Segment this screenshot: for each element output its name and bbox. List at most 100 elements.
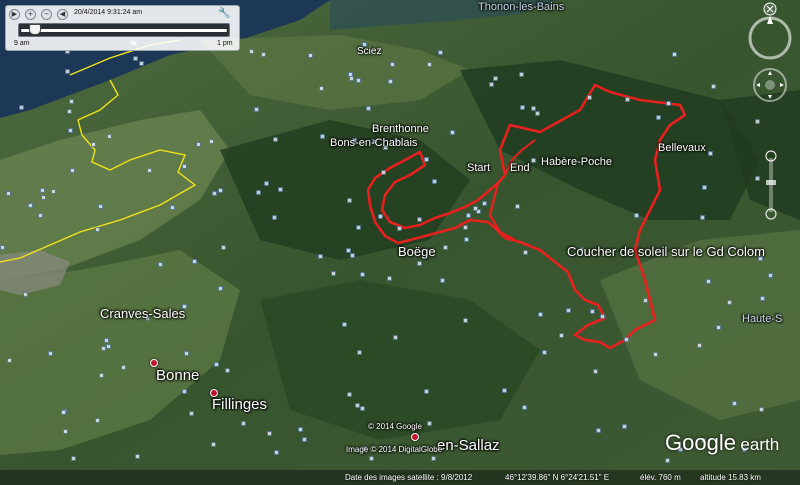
photo-marker-icon[interactable] — [381, 170, 386, 175]
photo-marker-icon[interactable] — [625, 97, 630, 102]
photo-marker-icon[interactable] — [350, 253, 355, 258]
photo-marker-icon[interactable] — [225, 368, 230, 373]
photo-marker-icon[interactable] — [40, 188, 45, 193]
photo-marker-icon[interactable] — [70, 168, 75, 173]
photo-marker-icon[interactable] — [697, 343, 702, 348]
photo-marker-icon[interactable] — [706, 279, 711, 284]
photo-marker-icon[interactable] — [463, 318, 468, 323]
photo-marker-icon[interactable] — [139, 61, 144, 66]
photo-marker-icon[interactable] — [432, 179, 437, 184]
photo-marker-icon[interactable] — [319, 86, 324, 91]
photo-marker-icon[interactable] — [489, 82, 494, 87]
track-label-end[interactable]: End — [510, 162, 530, 174]
place-label-bellevaux[interactable]: Bellevaux — [658, 142, 706, 154]
place-label-boege[interactable]: Boëge — [398, 244, 436, 259]
photo-marker-icon[interactable] — [218, 286, 223, 291]
photo-marker-icon[interactable] — [427, 421, 432, 426]
photo-marker-icon[interactable] — [559, 333, 564, 338]
photo-marker-icon[interactable] — [387, 276, 392, 281]
time-slider-thumb[interactable] — [29, 24, 41, 35]
photo-marker-icon[interactable] — [519, 72, 524, 77]
photo-marker-icon[interactable] — [440, 278, 445, 283]
photo-marker-icon[interactable] — [121, 365, 126, 370]
photo-marker-icon[interactable] — [356, 225, 361, 230]
photo-marker-icon[interactable] — [600, 314, 605, 319]
photo-marker-icon[interactable] — [349, 76, 354, 81]
photo-marker-icon[interactable] — [147, 168, 152, 173]
photo-marker-icon[interactable] — [273, 137, 278, 142]
photo-marker-icon[interactable] — [28, 203, 33, 208]
photo-marker-icon[interactable] — [342, 322, 347, 327]
photo-marker-icon[interactable] — [369, 456, 374, 461]
photo-marker-icon[interactable] — [249, 49, 254, 54]
map-canvas[interactable] — [0, 0, 800, 485]
photo-marker-icon[interactable] — [596, 428, 601, 433]
photo-marker-icon[interactable] — [241, 421, 246, 426]
photo-marker-icon[interactable] — [254, 107, 259, 112]
photo-marker-icon[interactable] — [711, 84, 716, 89]
photo-marker-icon[interactable] — [264, 181, 269, 186]
zoom-out-icon[interactable]: − — [41, 9, 52, 20]
place-label-thonon[interactable]: Thonon-les-Bains — [478, 1, 564, 13]
place-pin-icon[interactable] — [210, 389, 218, 397]
photo-marker-icon[interactable] — [331, 271, 336, 276]
photo-marker-icon[interactable] — [443, 245, 448, 250]
photo-marker-icon[interactable] — [158, 262, 163, 267]
place-label-habere[interactable]: Habère-Poche — [541, 156, 612, 168]
track-label-start[interactable]: Start — [467, 162, 490, 174]
photo-marker-icon[interactable] — [308, 53, 313, 58]
photo-marker-icon[interactable] — [522, 405, 527, 410]
place-label-haute[interactable]: Haute-S — [742, 313, 782, 325]
photo-marker-icon[interactable] — [221, 245, 226, 250]
photo-marker-icon[interactable] — [464, 237, 469, 242]
photo-marker-icon[interactable] — [63, 429, 68, 434]
photo-marker-icon[interactable] — [431, 456, 436, 461]
photo-marker-icon[interactable] — [71, 456, 76, 461]
photo-marker-icon[interactable] — [656, 115, 661, 120]
compass-icon[interactable] — [748, 16, 792, 60]
photo-marker-icon[interactable] — [768, 273, 773, 278]
photo-marker-icon[interactable] — [450, 130, 455, 135]
place-label-sciez[interactable]: Sciez — [357, 46, 381, 57]
photo-marker-icon[interactable] — [272, 215, 277, 220]
photo-marker-icon[interactable] — [68, 128, 73, 133]
photo-marker-icon[interactable] — [61, 410, 66, 415]
photo-marker-icon[interactable] — [355, 403, 360, 408]
photo-marker-icon[interactable] — [716, 325, 721, 330]
photo-marker-icon[interactable] — [99, 373, 104, 378]
photo-marker-icon[interactable] — [302, 437, 307, 442]
photo-marker-icon[interactable] — [427, 62, 432, 67]
look-joystick-icon[interactable] — [753, 68, 787, 102]
photo-marker-icon[interactable] — [51, 189, 56, 194]
photo-marker-icon[interactable] — [397, 226, 402, 231]
photo-marker-icon[interactable] — [7, 358, 12, 363]
photo-marker-icon[interactable] — [759, 407, 764, 412]
photo-marker-icon[interactable] — [218, 188, 223, 193]
place-label-bonne[interactable]: Bonne — [156, 367, 199, 384]
photo-marker-icon[interactable] — [665, 458, 670, 463]
photo-marker-icon[interactable] — [38, 213, 43, 218]
photo-marker-icon[interactable] — [624, 337, 629, 342]
photo-marker-icon[interactable] — [417, 217, 422, 222]
photo-marker-icon[interactable] — [438, 50, 443, 55]
photo-marker-icon[interactable] — [184, 351, 189, 356]
photo-marker-icon[interactable] — [196, 142, 201, 147]
photo-marker-icon[interactable] — [702, 185, 707, 190]
photo-marker-icon[interactable] — [493, 76, 498, 81]
photo-marker-icon[interactable] — [590, 309, 595, 314]
photo-marker-icon[interactable] — [357, 350, 362, 355]
photo-marker-icon[interactable] — [760, 296, 765, 301]
photo-marker-icon[interactable] — [424, 389, 429, 394]
photo-marker-icon[interactable] — [320, 134, 325, 139]
photo-marker-icon[interactable] — [67, 109, 72, 114]
photo-marker-icon[interactable] — [189, 411, 194, 416]
photo-marker-icon[interactable] — [347, 198, 352, 203]
photo-marker-icon[interactable] — [107, 134, 112, 139]
photo-marker-icon[interactable] — [346, 248, 351, 253]
place-label-sallaz[interactable]: en-Sallaz — [437, 437, 500, 454]
photo-marker-icon[interactable] — [6, 191, 11, 196]
photo-marker-icon[interactable] — [634, 213, 639, 218]
photo-marker-icon[interactable] — [91, 142, 96, 147]
photo-marker-icon[interactable] — [170, 205, 175, 210]
zoom-in-icon[interactable]: + — [25, 9, 36, 20]
